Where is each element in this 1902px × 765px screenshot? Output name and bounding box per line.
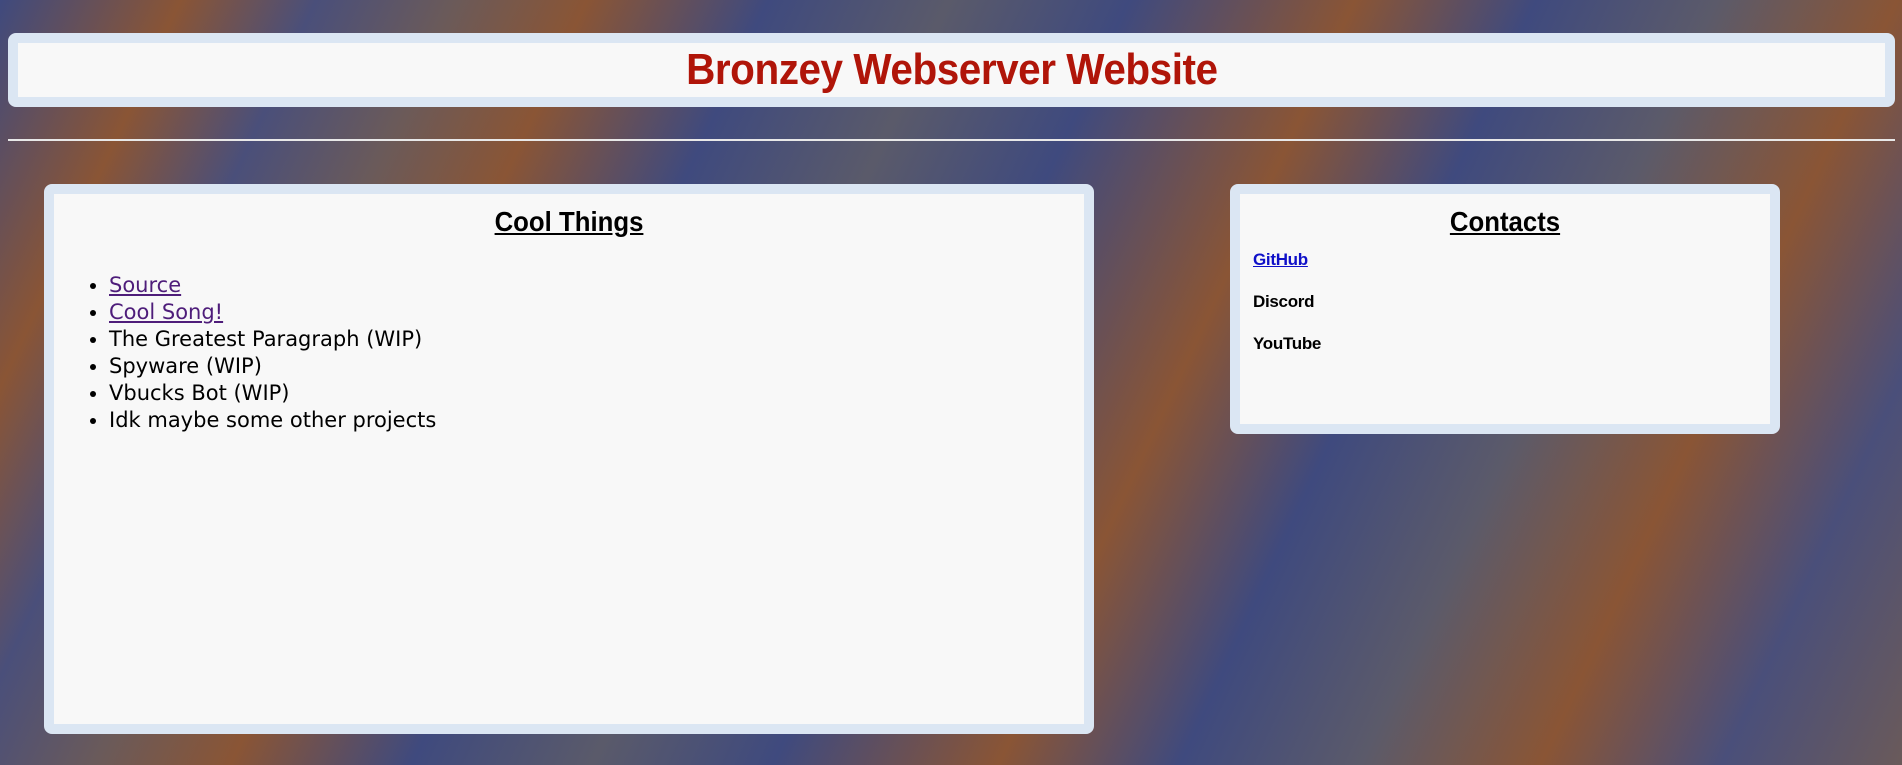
list-item: Cool Song! — [109, 299, 1084, 326]
list-item: Source — [109, 272, 1084, 299]
cool-things-panel: Cool Things Source Cool Song! The Greate… — [44, 184, 1094, 734]
cool-things-list: Source Cool Song! The Greatest Paragraph… — [54, 272, 1084, 434]
cool-things-heading: Cool Things — [494, 206, 644, 237]
list-item-label: Idk maybe some other projects — [109, 408, 437, 432]
header-panel: Bronzey Webserver Website — [8, 33, 1895, 107]
list-item: Idk maybe some other projects — [109, 407, 1084, 434]
horizontal-rule — [8, 139, 1895, 141]
source-link[interactable]: Source — [109, 273, 181, 297]
contacts-heading: Contacts — [1449, 206, 1561, 237]
contacts-panel: Contacts GitHub Discord YouTube — [1230, 184, 1780, 434]
cool-song-link[interactable]: Cool Song! — [109, 300, 223, 324]
list-item: Vbucks Bot (WIP) — [109, 380, 1084, 407]
contact-item-youtube: YouTube — [1253, 334, 1322, 353]
list-item-label: Vbucks Bot (WIP) — [109, 381, 290, 405]
list-item: Spyware (WIP) — [109, 353, 1084, 380]
list-item: The Greatest Paragraph (WIP) — [109, 326, 1084, 353]
github-link[interactable]: GitHub — [1253, 250, 1308, 269]
list-item-label: The Greatest Paragraph (WIP) — [109, 327, 423, 351]
contacts-list: GitHub Discord YouTube — [1240, 250, 1770, 354]
contact-item: GitHub — [1253, 250, 1770, 270]
list-item-label: Spyware (WIP) — [109, 354, 262, 378]
site-title: Bronzey Webserver Website — [685, 45, 1218, 94]
contact-item-discord: Discord — [1253, 292, 1315, 311]
